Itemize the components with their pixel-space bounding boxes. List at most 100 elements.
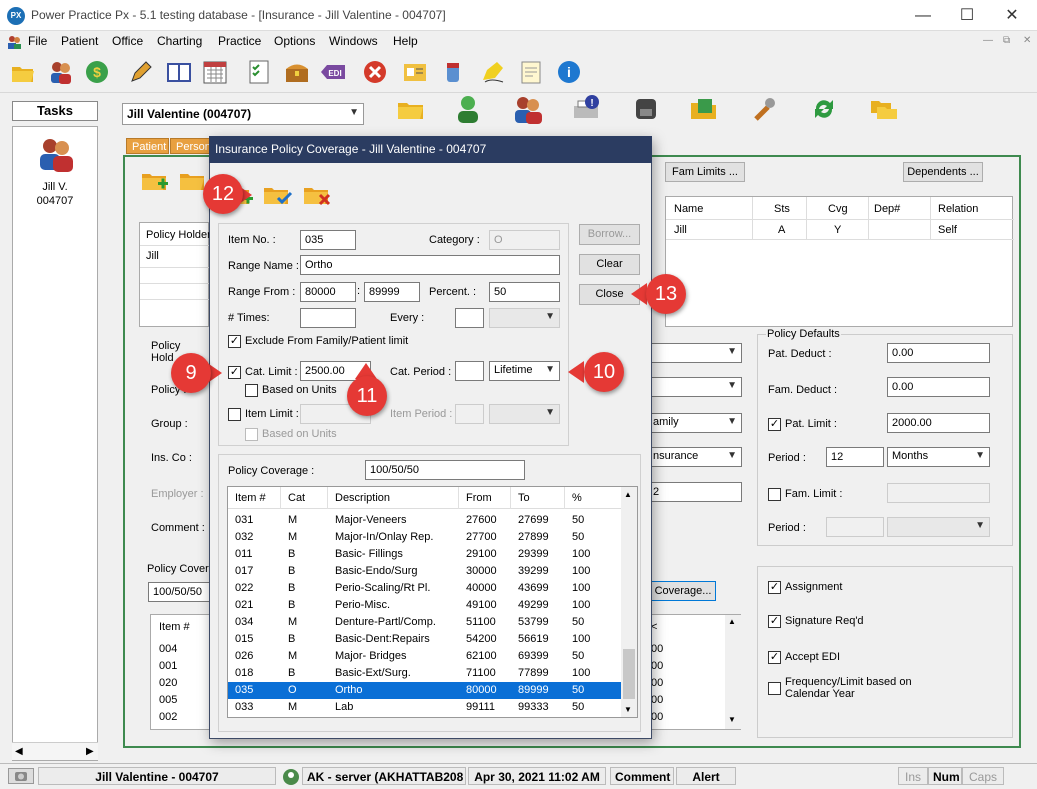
table-row[interactable]: 032 M Major-In/Onlay Rep. 27700 27899 50 — [228, 529, 622, 546]
ledger-icon[interactable] — [165, 58, 193, 86]
menu-charting[interactable]: Charting — [157, 34, 202, 48]
mdi-minimize-button[interactable]: — — [983, 35, 993, 46]
refresh-icon[interactable] — [808, 93, 840, 125]
dependents-button[interactable]: Dependents ... — [903, 162, 983, 182]
table-row[interactable]: 017 B Basic-Endo/Surg 30000 39299 100 — [228, 563, 622, 580]
menu-patient[interactable]: Patient — [61, 34, 98, 48]
maximize-button[interactable]: ☐ — [944, 0, 990, 31]
right-list-scrollbar[interactable]: ▲ ▼ — [725, 615, 741, 729]
pat-deduct-field[interactable]: 0.00 — [887, 343, 990, 363]
policy-id-select[interactable]: ▼ — [648, 377, 742, 397]
help-icon[interactable]: i — [555, 58, 583, 86]
employer-field[interactable]: 2 — [648, 482, 742, 502]
accept-edi-checkbox[interactable]: ✓ — [768, 651, 781, 664]
notepad-icon[interactable] — [517, 58, 545, 86]
item-limit-checkbox[interactable] — [228, 408, 241, 421]
policy-holder-list[interactable]: Policy Holder Jill — [139, 222, 211, 327]
table-row[interactable]: 021 B Perio-Misc. 49100 49299 100 — [228, 597, 622, 614]
delete-folder-icon[interactable] — [302, 180, 334, 208]
tab-patient[interactable]: Patient — [126, 138, 169, 154]
clear-button[interactable]: Clear — [579, 254, 640, 275]
pat-limit-field[interactable]: 2000.00 — [887, 413, 990, 433]
list-item[interactable]: 020 — [159, 677, 177, 689]
exclude-limit-checkbox[interactable]: ✓ — [228, 335, 241, 348]
period-field[interactable]: 12 — [826, 447, 884, 467]
coverage-table[interactable]: Item # Cat Description From To % 031 M Maj… — [227, 486, 638, 718]
stop-icon[interactable] — [361, 58, 389, 86]
group-select[interactable]: amily ▼ — [648, 413, 742, 433]
camera-icon[interactable] — [8, 768, 34, 784]
menu-file[interactable]: File — [28, 34, 47, 48]
table-row[interactable]: 026 M Major- Bridges 62100 69399 50 — [228, 648, 622, 665]
checklist-icon[interactable] — [245, 58, 273, 86]
policy-coverage-field[interactable]: 100/50/50 — [365, 460, 525, 480]
every-field[interactable] — [455, 308, 484, 328]
coverage-table-scrollbar[interactable]: ▲ ▼ — [621, 487, 637, 717]
id-card-icon[interactable] — [401, 58, 429, 86]
range-from-field[interactable]: 80000 — [300, 282, 356, 302]
policy-coverage-field[interactable]: 100/50/50 — [148, 582, 210, 602]
edi-icon[interactable]: EDI — [319, 58, 347, 86]
cat-period-field[interactable] — [455, 361, 484, 381]
scroll-right-icon[interactable]: ▶ — [86, 746, 94, 757]
add-folder-icon[interactable] — [140, 166, 170, 194]
ins-co-select[interactable]: nsurance ▼ — [648, 447, 742, 467]
period-unit-select[interactable]: Months ▼ — [887, 447, 990, 467]
close-window-button[interactable]: ✕ — [989, 0, 1035, 31]
range-name-field[interactable]: Ortho — [300, 255, 560, 275]
assignment-checkbox[interactable]: ✓ — [768, 581, 781, 594]
cat-limit-checkbox[interactable]: ✓ — [228, 366, 241, 379]
mdi-restore-button[interactable]: ⧉ — [1003, 35, 1010, 46]
scroll-down-icon[interactable]: ▼ — [624, 705, 632, 714]
table-row[interactable]: 031 M Major-Veneers 27600 27699 50 — [228, 512, 622, 529]
menu-office[interactable]: Office — [112, 34, 143, 48]
list-item[interactable]: 002 — [159, 711, 177, 723]
scroll-left-icon[interactable]: ◀ — [15, 746, 23, 757]
print-alert-icon[interactable]: ! — [570, 93, 602, 125]
cat-based-on-units-checkbox[interactable] — [245, 384, 258, 397]
policy-holder-select[interactable]: ▼ — [648, 343, 742, 363]
medicine-icon[interactable] — [439, 58, 467, 86]
frequency-calendar-checkbox[interactable] — [768, 682, 781, 695]
fam-limits-button[interactable]: Fam Limits ... — [665, 162, 745, 182]
cat-period-select[interactable]: Lifetime ▼ — [489, 361, 560, 381]
table-row[interactable]: 011 B Basic- Fillings 29100 29399 100 — [228, 546, 622, 563]
menu-options[interactable]: Options — [274, 34, 315, 48]
patients-icon[interactable] — [47, 58, 75, 86]
list-item[interactable]: 005 — [159, 694, 177, 706]
status-comment[interactable]: Comment — [610, 767, 674, 785]
treasure-chest-icon[interactable] — [283, 58, 311, 86]
dependents-grid[interactable]: Name Sts Cvg Dep# Relation Jill A Y Self — [665, 196, 1014, 327]
tasks-scrollbar[interactable]: ◀ ▶ — [12, 742, 98, 760]
times-field[interactable] — [300, 308, 356, 328]
table-row[interactable]: 018 B Basic-Ext/Surg. 71100 77899 100 — [228, 665, 622, 682]
policy-holder-row[interactable]: Jill — [146, 250, 159, 262]
menu-help[interactable]: Help — [393, 34, 418, 48]
table-row[interactable]: 033 M Lab 99111 99333 50 — [228, 699, 622, 716]
table-row[interactable]: 022 B Perio-Scaling/Rt Pl. 40000 43699 100 — [228, 580, 622, 597]
patient-avatar-icon[interactable] — [36, 134, 76, 174]
fam-limit-checkbox[interactable] — [768, 488, 781, 501]
status-alert[interactable]: Alert — [676, 767, 736, 785]
menu-practice[interactable]: Practice — [218, 34, 261, 48]
scroll-up-icon[interactable]: ▲ — [624, 490, 632, 499]
wrench-icon[interactable] — [748, 93, 780, 125]
scroll-thumb[interactable] — [623, 649, 635, 699]
statement-icon[interactable] — [688, 93, 720, 125]
transfer-folders-icon[interactable] — [868, 93, 900, 125]
scroll-down-icon[interactable]: ▼ — [728, 715, 736, 724]
task-patient-label[interactable]: Jill V. 004707 — [20, 180, 90, 208]
table-row[interactable]: 035 O Ortho 80000 89999 50 — [228, 682, 622, 699]
coverage-button[interactable]: Coverage... — [650, 581, 716, 601]
folder-icon[interactable] — [395, 93, 427, 125]
scroll-up-icon[interactable]: ▲ — [728, 617, 736, 626]
coverage-items-list[interactable]: Item # 004 001 020 005 002 — [150, 614, 210, 730]
minimize-button[interactable]: — — [900, 0, 946, 31]
item-no-field[interactable]: 035 — [300, 230, 356, 250]
pencil-icon[interactable] — [127, 58, 155, 86]
confirm-folder-icon[interactable] — [262, 180, 294, 208]
open-folder-icon[interactable] — [9, 58, 37, 86]
table-row[interactable]: 015 B Basic-Dent:Repairs 54200 56619 100 — [228, 631, 622, 648]
percent-field[interactable]: 50 — [489, 282, 560, 302]
exchange-icon[interactable]: $ — [83, 58, 111, 86]
